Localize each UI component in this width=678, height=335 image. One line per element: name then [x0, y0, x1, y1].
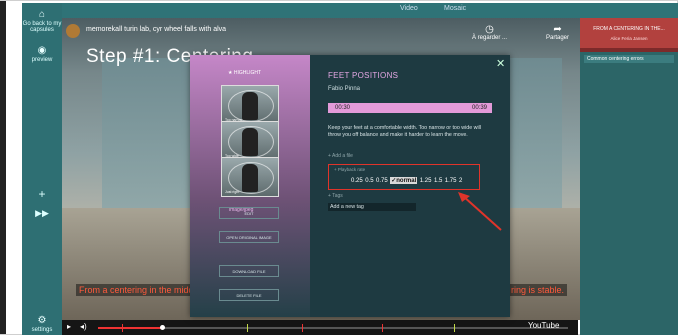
chapter-marker[interactable]: [382, 324, 383, 332]
modal-media-column: ★ HIGHLIGHT Too narrow Too wide Just rig…: [190, 55, 310, 317]
rate-option[interactable]: 2: [459, 178, 462, 184]
playback-rate-label: + Playback rate: [334, 167, 366, 172]
time-end: 00:39: [471, 105, 487, 111]
playback-rate-group: + Playback rate 0.25 0.5 0.75 ✓normal 1.25 1.…: [328, 164, 480, 190]
home-icon: ⌂: [38, 9, 46, 20]
annotation-author: Fabio Pinna: [328, 86, 361, 92]
performer-figure: [242, 92, 258, 120]
rate-option[interactable]: 0.5: [365, 178, 373, 184]
share-label: Partager: [546, 35, 570, 41]
playback-rate-options: 0.25 0.5 0.75 ✓normal 1.25 1.5 1.75 2: [351, 177, 465, 184]
chapter-marker[interactable]: [247, 324, 248, 332]
highlight-label[interactable]: ★ HIGHLIGHT: [228, 70, 261, 76]
time-start: 00:30: [335, 105, 351, 111]
rate-option[interactable]: 1.75: [445, 178, 457, 184]
subtitle-right: ring is stable.: [508, 284, 568, 296]
back-to-capsules-label: Go back to my capsules: [22, 20, 62, 34]
video-title[interactable]: memorekall turin lab, cyr wheel falls wi…: [86, 26, 226, 33]
annotation-description: Keep your feet at a comfortable width. T…: [328, 125, 482, 138]
tags-label[interactable]: + Tags: [328, 193, 343, 199]
youtube-logo[interactable]: YouTube: [528, 321, 559, 330]
back-to-capsules-button[interactable]: ⌂ Go back to my capsules: [22, 9, 62, 34]
seek-track[interactable]: [98, 327, 568, 329]
app-sidebar: ⌂ Go back to my capsules ◉ preview + ▶▶ …: [22, 3, 62, 335]
annotation-title: FEET POSITIONS: [328, 71, 399, 80]
rate-option[interactable]: 1.5: [434, 178, 442, 184]
volume-icon[interactable]: ◂): [80, 322, 87, 331]
video-controls: ▸ ◂) YouTube: [62, 320, 578, 335]
chapter-marker[interactable]: [122, 324, 123, 332]
play-icon[interactable]: ▸: [67, 322, 71, 331]
annotation-list-item[interactable]: Common centering errors: [584, 55, 674, 63]
rate-option-selected[interactable]: ✓normal: [390, 177, 418, 184]
tab-video[interactable]: Video: [400, 5, 418, 12]
delete-file-button[interactable]: DELETE FILE: [219, 289, 279, 301]
seek-progress: [98, 327, 162, 329]
rate-option[interactable]: 0.75: [376, 178, 388, 184]
image-thumbnail[interactable]: Too wide: [221, 121, 279, 161]
view-tabs-bar: Video Mosaic: [62, 3, 678, 18]
performer-figure: [242, 128, 258, 156]
rate-option[interactable]: 0.25: [351, 178, 363, 184]
rate-option[interactable]: 1.25: [420, 178, 432, 184]
chapter-marker[interactable]: [302, 324, 303, 332]
edit-button[interactable]: EDIT: [219, 207, 279, 219]
add-file-button[interactable]: + Add a file: [328, 153, 353, 159]
forward-button[interactable]: ▶▶: [22, 208, 62, 218]
performer-figure: [242, 164, 258, 192]
watch-later-button[interactable]: ◷ À regarder ...: [472, 24, 507, 41]
annotation-header-title: FROM A CENTERING IN THE...: [593, 26, 665, 32]
settings-button[interactable]: ⚙ settings: [22, 315, 62, 333]
time-range-bar[interactable]: 00:30 00:39: [328, 103, 492, 113]
pointer-arrow-icon: [458, 192, 502, 231]
watch-later-label: À regarder ...: [472, 35, 508, 41]
share-icon: ➦: [553, 24, 562, 35]
share-button[interactable]: ➦ Partager: [546, 24, 569, 41]
chapter-marker[interactable]: [454, 324, 455, 332]
add-button[interactable]: +: [22, 187, 62, 202]
settings-label: settings: [31, 326, 53, 333]
channel-avatar[interactable]: [66, 24, 80, 38]
preview-button[interactable]: ◉ preview: [22, 45, 62, 63]
annotations-panel: FROM A CENTERING IN THE... Alice Feria J…: [580, 18, 678, 335]
open-original-image-button[interactable]: OPEN ORIGINAL IMAGE: [219, 231, 279, 243]
modal-details-column: ✕ FEET POSITIONS Fabio Pinna 00:30 00:39…: [310, 55, 510, 317]
gear-icon: ⚙: [37, 315, 47, 326]
annotation-list: Common centering errors: [580, 52, 678, 335]
download-file-button[interactable]: DOWNLOAD FILE: [219, 265, 279, 277]
annotation-header-author: Alice Feria Jansen: [610, 36, 648, 41]
tab-mosaic[interactable]: Mosaic: [444, 5, 466, 12]
window-edge: [0, 1, 6, 334]
tag-input[interactable]: [328, 203, 416, 211]
image-thumbnail[interactable]: Too narrow: [221, 85, 279, 125]
fast-forward-icon: ▶▶: [35, 208, 49, 218]
seek-handle[interactable]: [160, 325, 165, 330]
preview-label: preview: [31, 56, 53, 63]
plus-icon: +: [38, 187, 46, 201]
subtitle-left: From a centering in the midd: [76, 284, 197, 296]
image-thumbnail[interactable]: Just right: [221, 157, 279, 197]
clock-icon: ◷: [485, 24, 494, 35]
annotation-modal: ★ HIGHLIGHT Too narrow Too wide Just rig…: [190, 55, 510, 317]
annotation-header[interactable]: FROM A CENTERING IN THE... Alice Feria J…: [580, 18, 678, 48]
thumbnail-caption: Just right: [225, 190, 240, 194]
eye-icon: ◉: [37, 45, 47, 56]
close-icon[interactable]: ✕: [496, 57, 505, 70]
